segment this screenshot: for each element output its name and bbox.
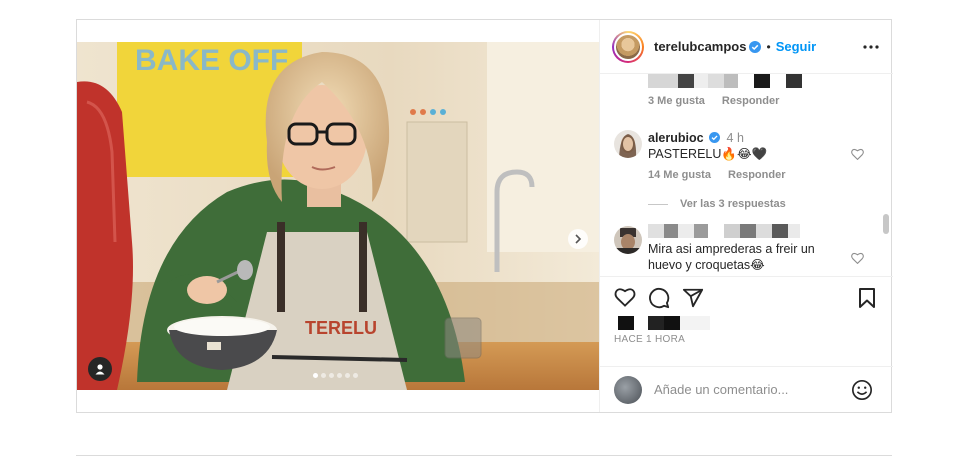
verified-badge-icon bbox=[749, 40, 762, 53]
carousel-dot bbox=[353, 373, 358, 378]
post-header: terelubcampos • Seguir bbox=[600, 20, 893, 74]
reply-button[interactable]: Responder bbox=[728, 169, 785, 181]
more-horizontal-icon[interactable] bbox=[863, 40, 879, 54]
post-username[interactable]: terelubcampos bbox=[654, 39, 746, 54]
verified-badge-icon bbox=[709, 132, 721, 143]
comment-input[interactable] bbox=[654, 382, 844, 397]
post-actions bbox=[600, 276, 893, 312]
post-photo: BAKE OFF TERELU bbox=[77, 42, 599, 390]
carousel-dot bbox=[337, 373, 342, 378]
heart-icon[interactable] bbox=[614, 287, 636, 307]
comment-text: PASTERELU🔥😂🖤 bbox=[648, 147, 768, 161]
comment-username-row: alerubioc 4 h bbox=[648, 131, 744, 145]
post-side-panel: terelubcampos • Seguir 3 Me gusta Respon… bbox=[599, 20, 893, 412]
emoji-icon[interactable] bbox=[851, 379, 873, 401]
comment-meta: 3 Me gusta Responder bbox=[648, 95, 793, 107]
view-replies-label: Ver las 3 respuestas bbox=[680, 198, 786, 210]
carousel-dot bbox=[329, 373, 334, 378]
carousel-dot bbox=[321, 373, 326, 378]
chevron-right-icon bbox=[575, 234, 582, 244]
redacted-username bbox=[648, 74, 802, 88]
comment-time: 4 h bbox=[726, 131, 744, 145]
comment-like-icon[interactable] bbox=[851, 148, 864, 160]
replies-divider bbox=[648, 203, 668, 205]
profile-avatar[interactable] bbox=[612, 30, 644, 63]
comments-scrollbar[interactable] bbox=[883, 214, 889, 234]
carousel-dot bbox=[345, 373, 350, 378]
photo-sign-text: BAKE OFF bbox=[135, 44, 288, 77]
share-icon[interactable] bbox=[682, 287, 704, 309]
comment-meta: 14 Me gusta Responder bbox=[648, 169, 800, 181]
comment-username[interactable]: alerubioc bbox=[648, 131, 704, 145]
comment-likes-count[interactable]: 3 Me gusta bbox=[648, 95, 705, 107]
current-user-avatar bbox=[614, 375, 642, 404]
comment-likes-count[interactable]: 14 Me gusta bbox=[648, 169, 711, 181]
carousel-next-button[interactable] bbox=[568, 229, 588, 249]
add-comment-bar bbox=[600, 366, 893, 412]
instagram-post-card: BAKE OFF TERELU terelubcampos • Seguir 3… bbox=[76, 19, 893, 413]
post-time-ago[interactable]: HACE 1 HORA bbox=[614, 334, 685, 345]
comment-like-icon[interactable] bbox=[851, 252, 864, 264]
comment-text-line: Mira asi amprederas a freir un bbox=[648, 242, 815, 256]
comment-avatar[interactable] bbox=[614, 130, 642, 158]
comment-icon[interactable] bbox=[648, 287, 670, 309]
bookmark-icon[interactable] bbox=[858, 287, 876, 309]
redacted-likes-count bbox=[618, 316, 710, 330]
comment-avatar[interactable] bbox=[614, 226, 642, 254]
reply-button[interactable]: Responder bbox=[722, 95, 779, 107]
page-divider bbox=[76, 455, 892, 456]
header-separator: • bbox=[766, 39, 771, 54]
user-icon bbox=[95, 364, 105, 375]
comment-text: Mira asi amprederas a freir un huevo y c… bbox=[648, 241, 815, 273]
apron-text: TERELU bbox=[305, 318, 377, 338]
carousel-dot bbox=[313, 373, 318, 378]
redacted-username bbox=[648, 224, 800, 238]
post-media[interactable]: BAKE OFF TERELU bbox=[77, 42, 599, 390]
comment-text-line: huevo y croquetas😂 bbox=[648, 258, 765, 272]
follow-button[interactable]: Seguir bbox=[776, 39, 816, 54]
comments-list[interactable]: 3 Me gusta Responder alerubioc 4 h PASTE… bbox=[600, 74, 893, 276]
tagged-users-button[interactable] bbox=[88, 357, 112, 381]
carousel-indicator bbox=[313, 373, 358, 378]
view-replies-button[interactable]: Ver las 3 respuestas bbox=[648, 198, 786, 210]
